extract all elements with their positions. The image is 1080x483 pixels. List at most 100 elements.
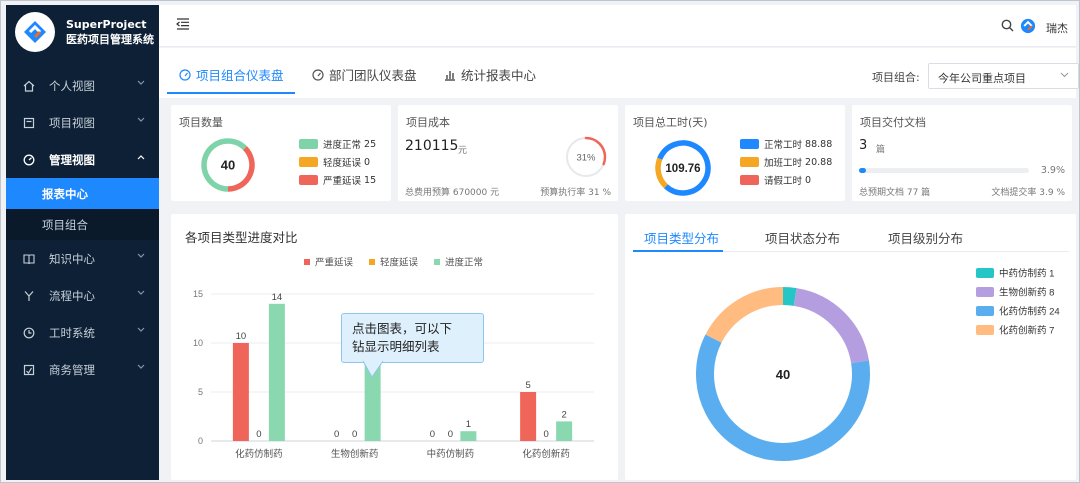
sidebar-item-business[interactable]: 商务管理 xyxy=(6,351,159,388)
sidebar-item-timesheet[interactable]: 工时系统 xyxy=(6,314,159,351)
project-count-card[interactable]: 项目数量 40 进度正常 25 轻度延误 0 严重延误 15 xyxy=(171,105,391,201)
sidebar-item-personal[interactable]: 个人视图 xyxy=(6,67,159,104)
dashboard-tabbar: 项目组合仪表盘 部门团队仪表盘 统计报表中心 项目组合: 今年公司重点项目 xyxy=(159,48,1079,98)
legend-swatch xyxy=(740,157,759,167)
logo-icon xyxy=(15,12,55,52)
portfolio-select-value: 今年公司重点项目 xyxy=(938,72,1026,85)
deliverables-card[interactable]: 项目交付文档 3 篇 3.9% 总预期文档 77 篇 文档提交率 3.9 % xyxy=(852,105,1072,201)
tab-label: 项目组合仪表盘 xyxy=(196,68,284,83)
deliverables-progress-label: 3.9% xyxy=(1040,165,1065,176)
legend-swatch xyxy=(434,259,440,265)
legend-swatch xyxy=(304,259,310,265)
bar-value-label: 0 xyxy=(543,429,548,440)
sidebar-item-management[interactable]: 管理视图 xyxy=(6,141,159,178)
execution-rate-label: 预算执行率 31 % xyxy=(540,188,611,198)
user-name[interactable]: 瑞杰 xyxy=(1046,20,1068,36)
sidebar-subitem-report-center[interactable]: 报表中心 xyxy=(6,178,159,209)
legend-swatch xyxy=(369,259,375,265)
legend-item: 正常工时 88.88 xyxy=(740,137,832,151)
legend-swatch xyxy=(299,175,318,185)
menu-fold-icon[interactable] xyxy=(176,18,190,30)
sidebar-item-knowledge[interactable]: 知识中心 xyxy=(6,240,159,277)
legend-label: 轻度延误 xyxy=(323,158,362,169)
project-count-donut[interactable]: 40 xyxy=(200,137,256,193)
sidebar-item-label: 商务管理 xyxy=(49,362,95,377)
bar-value-label: 14 xyxy=(272,292,283,303)
legend-item: 严重延误 15 xyxy=(299,173,376,187)
pie-slice[interactable] xyxy=(782,287,797,306)
deliverables-progress-track xyxy=(859,168,1029,173)
legend-label: 中药仿制药 1 xyxy=(999,268,1054,280)
legend-label: 严重延误 xyxy=(315,257,354,269)
brand-subtitle: 医药项目管理系统 xyxy=(66,33,154,46)
sidebar-item-project[interactable]: 项目视图 xyxy=(6,104,159,141)
tab-portfolio-dashboard[interactable]: 项目组合仪表盘 xyxy=(179,65,284,84)
x-tick-label: 化药仿制药 xyxy=(235,448,283,460)
tab-label: 部门团队仪表盘 xyxy=(329,68,417,83)
bar[interactable] xyxy=(520,392,537,441)
bar-chart-icon xyxy=(445,70,455,81)
pie-slice[interactable] xyxy=(696,334,870,461)
budget-execution-ring[interactable]: 31% xyxy=(564,135,608,179)
business-icon xyxy=(22,363,36,377)
legend-swatch xyxy=(299,139,318,149)
bar-value-label: 1 xyxy=(466,419,471,430)
legend-swatch xyxy=(976,306,994,316)
chevron-down-icon xyxy=(137,253,145,258)
type-distribution-donut[interactable]: 40 中药仿制药 1 生物创新药 8 化药仿制药 24 化药创新药 7 xyxy=(625,214,1076,480)
y-tick-label: 0 xyxy=(198,436,203,446)
bar[interactable] xyxy=(232,343,249,441)
pie-slice[interactable] xyxy=(793,288,869,364)
active-tab-indicator xyxy=(167,92,295,94)
bar[interactable] xyxy=(556,421,573,441)
y-tick-label: 10 xyxy=(193,338,203,348)
card-title: 项目成本 xyxy=(406,116,450,129)
sidebar-item-label: 流程中心 xyxy=(49,288,95,303)
legend-label: 进度正常 xyxy=(323,140,362,151)
legend-value: 88.88 xyxy=(805,138,833,150)
gauge-icon xyxy=(179,68,191,81)
avatar[interactable] xyxy=(1018,16,1038,36)
x-tick-label: 化药创新药 xyxy=(522,448,570,460)
x-tick-label: 中药仿制药 xyxy=(427,448,475,460)
bar-value-label: 0 xyxy=(430,429,435,440)
legend-swatch xyxy=(740,139,759,149)
sidebar-item-label: 项目视图 xyxy=(49,115,95,130)
portfolio-select[interactable]: 今年公司重点项目 xyxy=(928,63,1079,89)
project-cost-card[interactable]: 项目成本 210115 元 31% 总费用预算 670000 元 预算执行率 3… xyxy=(398,105,618,201)
legend-value: 0 xyxy=(805,174,812,186)
sidebar-item-label: 工时系统 xyxy=(49,325,95,340)
book-icon xyxy=(22,252,36,266)
chevron-down-icon xyxy=(137,117,145,122)
legend-label: 生物创新药 8 xyxy=(999,287,1054,299)
legend-label: 进度正常 xyxy=(445,257,483,269)
pie-slice[interactable] xyxy=(705,287,784,343)
tab-department-dashboard[interactable]: 部门团队仪表盘 xyxy=(312,65,417,84)
gauge-icon xyxy=(312,68,324,81)
legend-swatch xyxy=(976,268,994,278)
search-icon[interactable] xyxy=(1001,19,1014,32)
tab-statistics-center[interactable]: 统计报表中心 xyxy=(444,65,536,84)
work-hours-card[interactable]: 项目总工时(天) 109.76 正常工时 88.88 加班工时 20.88 请假… xyxy=(625,105,845,201)
topbar: 瑞杰 xyxy=(159,5,1076,47)
portfolio-select-label: 项目组合: xyxy=(872,71,920,84)
chevron-down-icon xyxy=(137,364,145,369)
app-window: SuperProject 医药项目管理系统 个人视图 项目视图 管理视图 报表中… xyxy=(0,0,1080,483)
bar-value-label: 0 xyxy=(448,429,453,440)
legend-value: 25 xyxy=(364,138,377,150)
work-hours-donut[interactable]: 109.76 xyxy=(654,139,712,197)
legend-swatch xyxy=(976,325,994,335)
dashboard-icon xyxy=(22,153,36,167)
tooltip-line: 钻显示明细列表 xyxy=(352,339,440,354)
donut-center-label: 40 xyxy=(221,158,235,173)
y-tick-label: 5 xyxy=(198,387,203,397)
cost-unit: 元 xyxy=(458,146,468,156)
expected-docs-label: 总预期文档 77 篇 xyxy=(859,188,931,198)
bar[interactable] xyxy=(268,303,285,441)
brand-title: SuperProject xyxy=(66,18,147,31)
sidebar-item-flow[interactable]: 流程中心 xyxy=(6,277,159,314)
chevron-up-icon xyxy=(137,155,145,160)
sidebar-subitem-portfolio[interactable]: 项目组合 xyxy=(6,209,159,240)
legend-label: 正常工时 xyxy=(764,140,803,151)
bar[interactable] xyxy=(460,431,477,441)
